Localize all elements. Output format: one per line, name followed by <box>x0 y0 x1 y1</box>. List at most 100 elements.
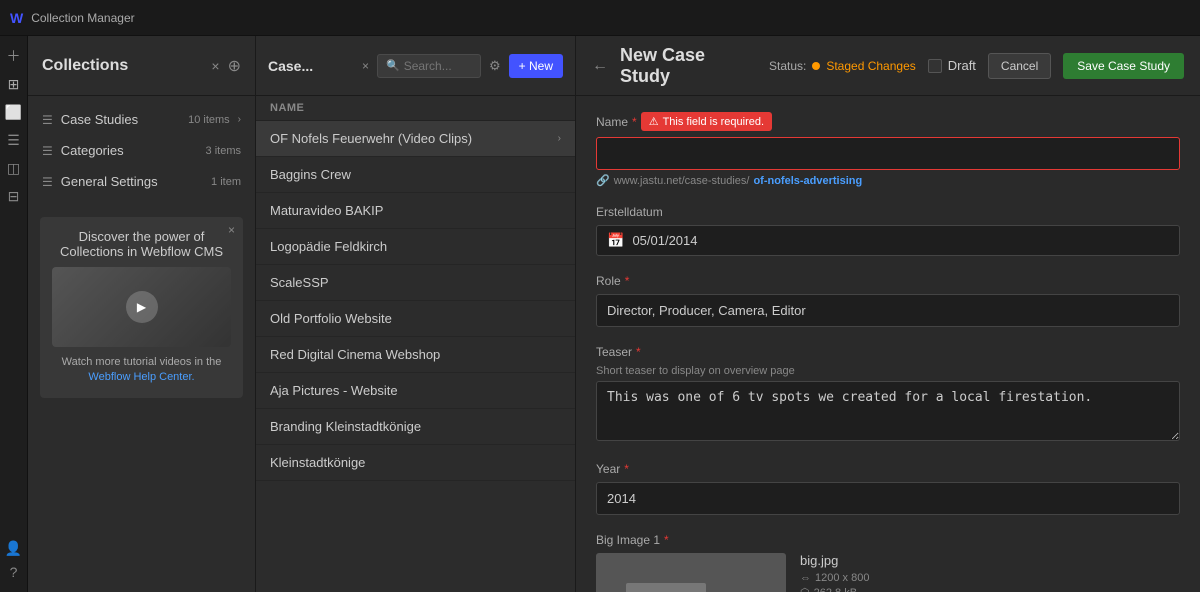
casestudies-list: OF Nofels Feuerwehr (Video Clips) › Bagg… <box>256 121 575 592</box>
casestudies-title: Case... <box>268 58 354 74</box>
categories-count: 3 items <box>206 145 241 157</box>
search-box[interactable]: 🔍 <box>377 54 481 78</box>
sidebar-item-case-studies[interactable]: ☰ Case Studies 10 items › <box>28 104 255 135</box>
form-header: ← New Case Study Status: Staged Changes … <box>576 36 1200 96</box>
form-status: Status: Staged Changes <box>769 59 916 73</box>
date-input-wrap[interactable]: 📅 <box>596 225 1180 256</box>
sidebar-cms-icon[interactable]: ☰ <box>2 128 26 152</box>
erstelldatum-label: Erstelldatum <box>596 205 1180 219</box>
image-size: ⬡ 262.8 kB <box>800 586 1180 592</box>
teaser-hint: Short teaser to display on overview page <box>596 365 1180 377</box>
search-icon: 🔍 <box>386 59 400 72</box>
list-item[interactable]: ScaleSSP <box>256 265 575 301</box>
status-label: Status: <box>769 59 806 73</box>
dimensions-icon: ⇔ <box>800 572 811 584</box>
list-item[interactable]: Logopädie Feldkirch <box>256 229 575 265</box>
promo-close-button[interactable]: × <box>228 223 235 237</box>
save-button[interactable]: Save Case Study <box>1063 53 1184 79</box>
general-settings-icon: ☰ <box>42 175 53 189</box>
sidebar-help-icon[interactable]: ? <box>2 560 26 584</box>
collections-add-button[interactable]: ⊕ <box>228 56 241 76</box>
promo-description: Watch more tutorial videos in the Webflo… <box>52 355 231 386</box>
draft-toggle[interactable]: Draft <box>928 58 976 73</box>
big-image-required-marker: * <box>664 533 669 547</box>
collections-close[interactable]: × <box>211 58 219 74</box>
new-item-button[interactable]: + New <box>509 54 563 78</box>
casestudies-close[interactable]: × <box>362 59 369 73</box>
promo-play-button[interactable]: ▶ <box>126 291 158 323</box>
name-input[interactable] <box>596 137 1180 170</box>
categories-label: Categories <box>61 143 198 158</box>
big-image-field: Big Image 1 * <box>596 533 1180 592</box>
back-button[interactable]: ← <box>592 57 608 75</box>
error-icon: ⚠ <box>649 115 659 128</box>
calendar-icon: 📅 <box>607 232 624 249</box>
promo-thumbnail[interactable]: ▶ <box>52 267 231 347</box>
size-icon: ⬡ <box>800 586 810 592</box>
collections-header: Collections × ⊕ <box>28 36 255 96</box>
list-item[interactable]: Kleinstadtkönige <box>256 445 575 481</box>
teaser-input[interactable]: This was one of 6 tv spots we created fo… <box>596 381 1180 441</box>
case-studies-icon: ☰ <box>42 113 53 127</box>
list-item[interactable]: Baggins Crew <box>256 157 575 193</box>
col-header-name: NAME <box>256 96 575 121</box>
status-value: Staged Changes <box>826 59 915 73</box>
sidebar-item-general-settings[interactable]: ☰ General Settings 1 item <box>28 166 255 197</box>
draft-label: Draft <box>948 58 976 73</box>
list-item[interactable]: Maturavideo BAKIP <box>256 193 575 229</box>
erstelldatum-field: Erstelldatum 📅 <box>596 205 1180 256</box>
date-input[interactable] <box>632 233 1169 248</box>
year-required-marker: * <box>624 462 629 476</box>
search-input[interactable] <box>404 59 472 73</box>
case-studies-label: Case Studies <box>61 112 180 127</box>
casestudies-panel: Case... × 🔍 ⚙ + New NAME OF Nofels Feuer… <box>256 36 576 592</box>
teaser-required-marker: * <box>636 345 641 359</box>
teaser-label: Teaser * <box>596 345 1180 359</box>
sidebar-ecom-icon[interactable]: ⊟ <box>2 184 26 208</box>
webflow-logo: W <box>10 10 23 26</box>
sidebar-collections-icon[interactable]: ⊞ <box>2 72 26 96</box>
promo-help-link[interactable]: Webflow Help Center. <box>88 371 194 383</box>
draft-checkbox[interactable] <box>928 59 942 73</box>
promo-title: Discover the power of Collections in Web… <box>52 229 231 259</box>
sidebar-users-icon[interactable]: 👤 <box>2 536 26 560</box>
collections-panel: Collections × ⊕ ☰ Case Studies 10 items … <box>28 36 256 592</box>
status-indicator <box>812 62 820 70</box>
form-title: New Case Study <box>620 45 757 87</box>
year-label: Year * <box>596 462 1180 476</box>
image-thumbnail: FEUERWEHR <box>596 553 786 592</box>
sidebar-add-icon[interactable]: ＋ <box>2 44 26 68</box>
image-field: FEUERWEHR big.jpg ⇔ 1200 x 800 ⬡ 262.8 k… <box>596 553 1180 592</box>
list-item[interactable]: Branding Kleinstadtkönige <box>256 409 575 445</box>
icon-sidebar: ＋ ⊞ ⬜ ☰ ◫ ⊟ 👤 ? <box>0 36 28 592</box>
name-error-badge: ⚠ This field is required. <box>641 112 772 131</box>
case-studies-chevron: › <box>238 114 241 125</box>
year-field: Year * <box>596 462 1180 515</box>
main-layout: ＋ ⊞ ⬜ ☰ ◫ ⊟ 👤 ? Collections × ⊕ ☰ Case S… <box>0 36 1200 592</box>
promo-box: × Discover the power of Collections in W… <box>40 217 243 398</box>
role-required-marker: * <box>625 274 630 288</box>
collections-list: ☰ Case Studies 10 items › ☰ Categories 3… <box>28 96 255 205</box>
link-icon: 🔗 <box>596 174 610 187</box>
list-item[interactable]: Old Portfolio Website <box>256 301 575 337</box>
categories-icon: ☰ <box>42 144 53 158</box>
list-item[interactable]: OF Nofels Feuerwehr (Video Clips) › <box>256 121 575 157</box>
form-body: Name * ⚠ This field is required. 🔗 www.j… <box>576 96 1200 592</box>
teaser-field: Teaser * Short teaser to display on over… <box>596 345 1180 444</box>
image-info: big.jpg ⇔ 1200 x 800 ⬡ 262.8 kB ↻ <box>800 553 1180 592</box>
gear-icon[interactable]: ⚙ <box>489 58 501 74</box>
year-input[interactable] <box>596 482 1180 515</box>
sidebar-assets-icon[interactable]: ◫ <box>2 156 26 180</box>
sidebar-item-categories[interactable]: ☰ Categories 3 items <box>28 135 255 166</box>
list-item[interactable]: Red Digital Cinema Webshop <box>256 337 575 373</box>
field-url: 🔗 www.jastu.net/case-studies/of-nofels-a… <box>596 174 1180 187</box>
collections-title: Collections <box>42 57 203 75</box>
role-input[interactable] <box>596 294 1180 327</box>
list-item[interactable]: Aja Pictures - Website <box>256 373 575 409</box>
role-label: Role * <box>596 274 1180 288</box>
row-chevron: › <box>558 133 561 144</box>
name-label: Name * ⚠ This field is required. <box>596 112 1180 131</box>
sidebar-pages-icon[interactable]: ⬜ <box>2 100 26 124</box>
general-settings-count: 1 item <box>211 176 241 188</box>
cancel-button[interactable]: Cancel <box>988 53 1051 79</box>
